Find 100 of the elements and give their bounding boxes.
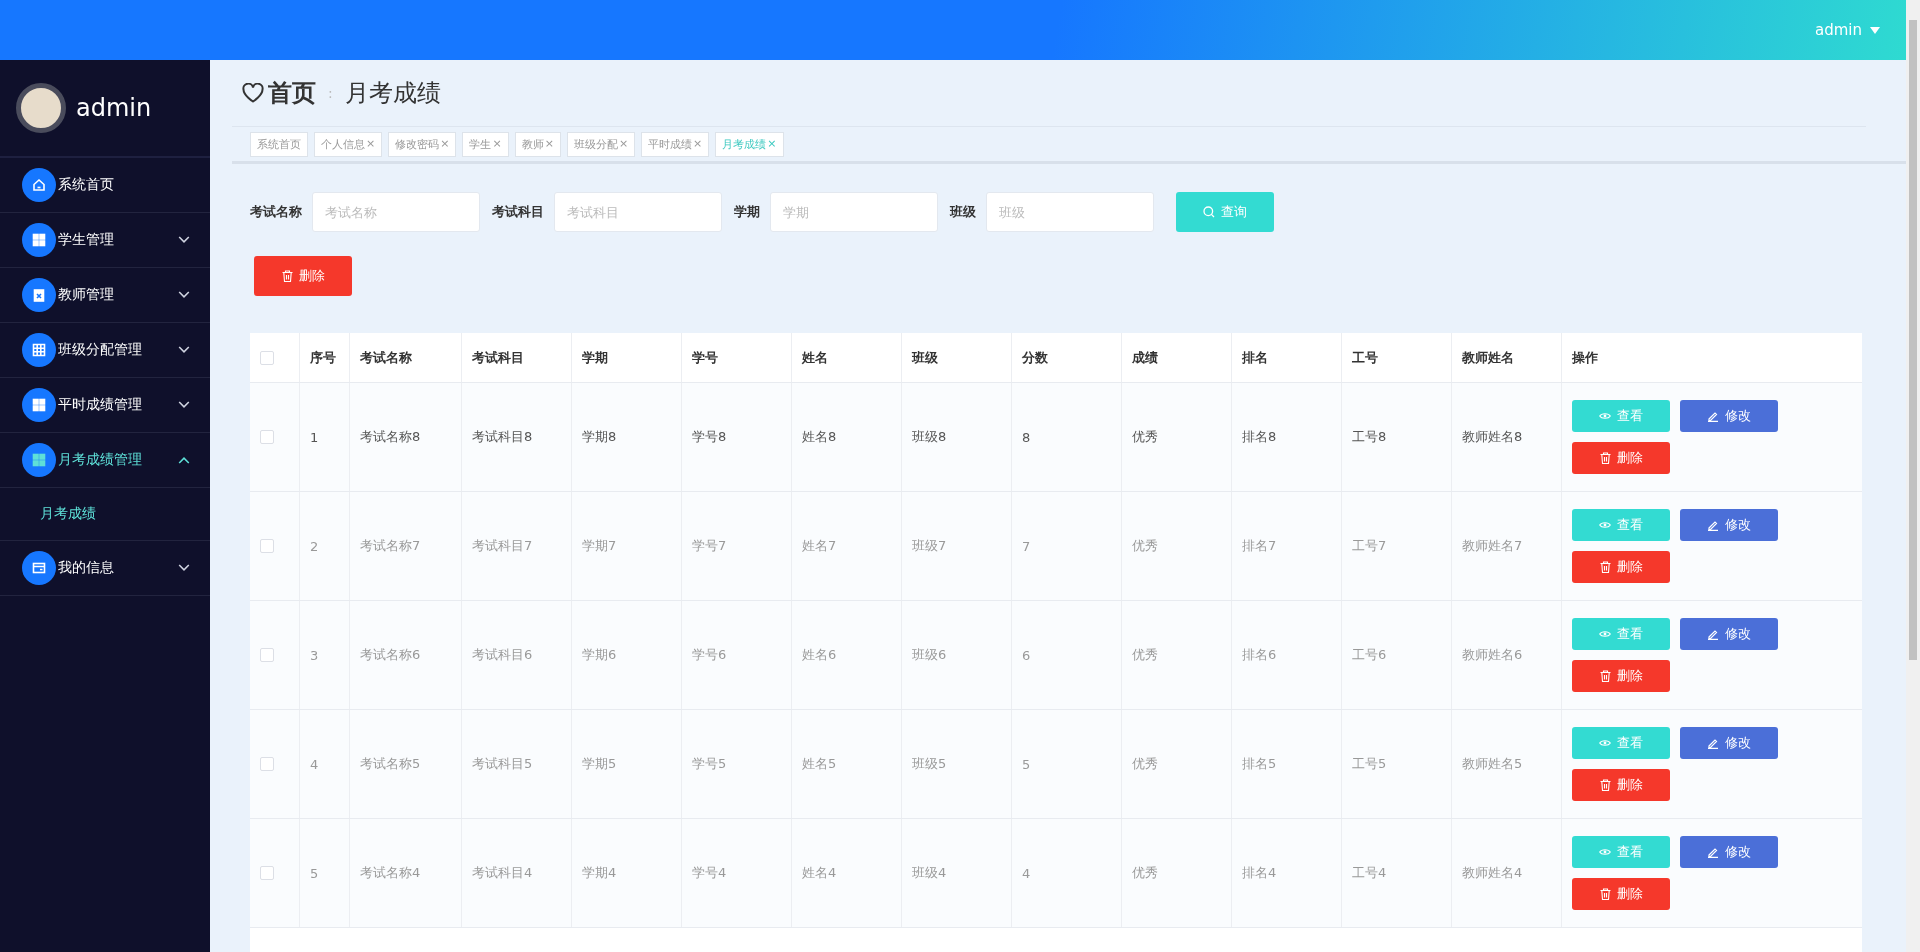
table-cell: 学期4 xyxy=(572,819,682,927)
column-header: 班级 xyxy=(902,333,1012,382)
page-tab[interactable]: 学生× xyxy=(462,131,509,157)
sidebar-item[interactable]: 系统首页 xyxy=(0,158,210,213)
heart-icon xyxy=(242,83,264,103)
row-checkbox[interactable] xyxy=(260,539,274,553)
breadcrumb-separator: : xyxy=(328,85,333,101)
table-cell: 工号6 xyxy=(1342,601,1452,709)
table-cell: 考试名称4 xyxy=(350,819,462,927)
sidebar-item[interactable]: 平时成绩管理 xyxy=(0,378,210,433)
eye-icon xyxy=(1599,412,1611,420)
menu-label: 我的信息 xyxy=(58,559,115,577)
user-menu[interactable]: admin xyxy=(1815,21,1880,39)
table-cell: 优秀 xyxy=(1122,383,1232,491)
row-checkbox[interactable] xyxy=(260,430,274,444)
table-cell: 学号8 xyxy=(682,383,792,491)
page-tab[interactable]: 个人信息× xyxy=(314,131,383,157)
edit-button[interactable]: 修改 xyxy=(1680,727,1778,759)
table-cell: 5 xyxy=(300,819,350,927)
table-cell: 4 xyxy=(300,710,350,818)
avatar xyxy=(16,83,66,133)
sidebar-item[interactable]: 月考成绩管理 xyxy=(0,433,210,488)
column-header: 学期 xyxy=(572,333,682,382)
close-icon[interactable]: × xyxy=(618,136,629,152)
table-cell: 学号4 xyxy=(682,819,792,927)
column-header: 分数 xyxy=(1012,333,1122,382)
table-cell: 6 xyxy=(1012,601,1122,709)
view-button[interactable]: 查看 xyxy=(1572,509,1670,541)
sidebar-item[interactable]: 班级分配管理 xyxy=(0,323,210,378)
table-cell: 学期6 xyxy=(572,601,682,709)
sidebar-item[interactable]: 我的信息 xyxy=(0,541,210,596)
page-tab[interactable]: 系统首页 xyxy=(250,131,308,157)
column-header: 教师姓名 xyxy=(1452,333,1562,382)
search-field[interactable]: 学期 xyxy=(770,192,938,232)
table-cell: 优秀 xyxy=(1122,601,1232,709)
select-all-checkbox[interactable] xyxy=(260,350,274,365)
table-cell: 考试科目4 xyxy=(462,819,572,927)
grid-icon xyxy=(22,388,56,422)
close-icon[interactable]: × xyxy=(767,136,777,152)
edit-button[interactable]: 修改 xyxy=(1680,400,1778,432)
tab-label: 学生 xyxy=(469,136,492,152)
table-cell: 班级7 xyxy=(902,492,1012,600)
edit-button[interactable]: 修改 xyxy=(1680,836,1778,868)
close-icon[interactable]: × xyxy=(544,136,554,152)
column-header: 序号 xyxy=(300,333,350,382)
page-tab[interactable]: 平时成绩× xyxy=(641,131,710,157)
page-tab[interactable]: 班级分配× xyxy=(566,131,636,157)
view-button[interactable]: 查看 xyxy=(1572,618,1670,650)
column-header: 姓名 xyxy=(792,333,902,382)
table-cell: 4 xyxy=(1012,819,1122,927)
tab-label: 平时成绩 xyxy=(648,136,693,152)
table-cell: 班级8 xyxy=(902,383,1012,491)
pen-icon xyxy=(1707,410,1719,422)
page-tab[interactable]: 修改密码× xyxy=(388,131,457,157)
delete-button[interactable]: 删除 xyxy=(1572,442,1670,474)
delete-button[interactable]: 删除 xyxy=(1572,769,1670,801)
wallet-icon xyxy=(22,551,56,585)
search-field[interactable]: 考试科目 xyxy=(554,192,722,232)
breadcrumb-home[interactable]: 首页 xyxy=(268,77,316,109)
table-cell: 考试科目7 xyxy=(462,492,572,600)
delete-button[interactable]: 删除 xyxy=(1572,660,1670,692)
page-tab[interactable]: 教师× xyxy=(514,131,561,157)
column-header: 成绩 xyxy=(1122,333,1232,382)
edit-button[interactable]: 修改 xyxy=(1680,509,1778,541)
table-cell: 1 xyxy=(300,383,350,491)
table-cell: 姓名6 xyxy=(792,601,902,709)
column-header: 考试名称 xyxy=(350,333,462,382)
search-button[interactable]: 查询 xyxy=(1176,192,1274,232)
close-icon[interactable]: × xyxy=(440,136,450,152)
page-tab[interactable]: 月考成绩× xyxy=(715,131,784,157)
table-cell: 班级6 xyxy=(902,601,1012,709)
close-icon[interactable]: × xyxy=(492,136,502,152)
close-icon[interactable]: × xyxy=(693,136,703,152)
grid-icon xyxy=(22,223,56,257)
delete-button[interactable]: 删除 xyxy=(1572,551,1670,583)
close-icon[interactable]: × xyxy=(366,136,376,152)
row-checkbox[interactable] xyxy=(260,757,274,771)
sidebar-item[interactable]: 学生管理 xyxy=(0,213,210,268)
search-field[interactable]: 考试名称 xyxy=(312,192,480,232)
table-cell: 学期8 xyxy=(572,383,682,491)
table-cell: 工号8 xyxy=(1342,383,1452,491)
delete-button[interactable]: 删除 xyxy=(254,256,352,296)
trash-icon xyxy=(1599,561,1611,573)
submenu-item[interactable]: 月考成绩 xyxy=(0,488,210,541)
clipboard-icon xyxy=(22,278,56,312)
edit-button[interactable]: 修改 xyxy=(1680,618,1778,650)
sidebar-item[interactable]: 教师管理 xyxy=(0,268,210,323)
view-button[interactable]: 查看 xyxy=(1572,836,1670,868)
delete-button[interactable]: 删除 xyxy=(1572,878,1670,910)
view-button[interactable]: 查看 xyxy=(1572,400,1670,432)
row-checkbox[interactable] xyxy=(260,866,274,880)
search-field[interactable]: 班级 xyxy=(986,192,1154,232)
scrollbar[interactable] xyxy=(1906,0,1920,952)
user-name: admin xyxy=(76,94,152,122)
table-cell: 姓名8 xyxy=(792,383,902,491)
table-cell: 考试科目8 xyxy=(462,383,572,491)
view-button[interactable]: 查看 xyxy=(1572,727,1670,759)
field-label: 班级 xyxy=(950,203,976,221)
table-cell: 班级4 xyxy=(902,819,1012,927)
row-checkbox[interactable] xyxy=(260,648,274,662)
